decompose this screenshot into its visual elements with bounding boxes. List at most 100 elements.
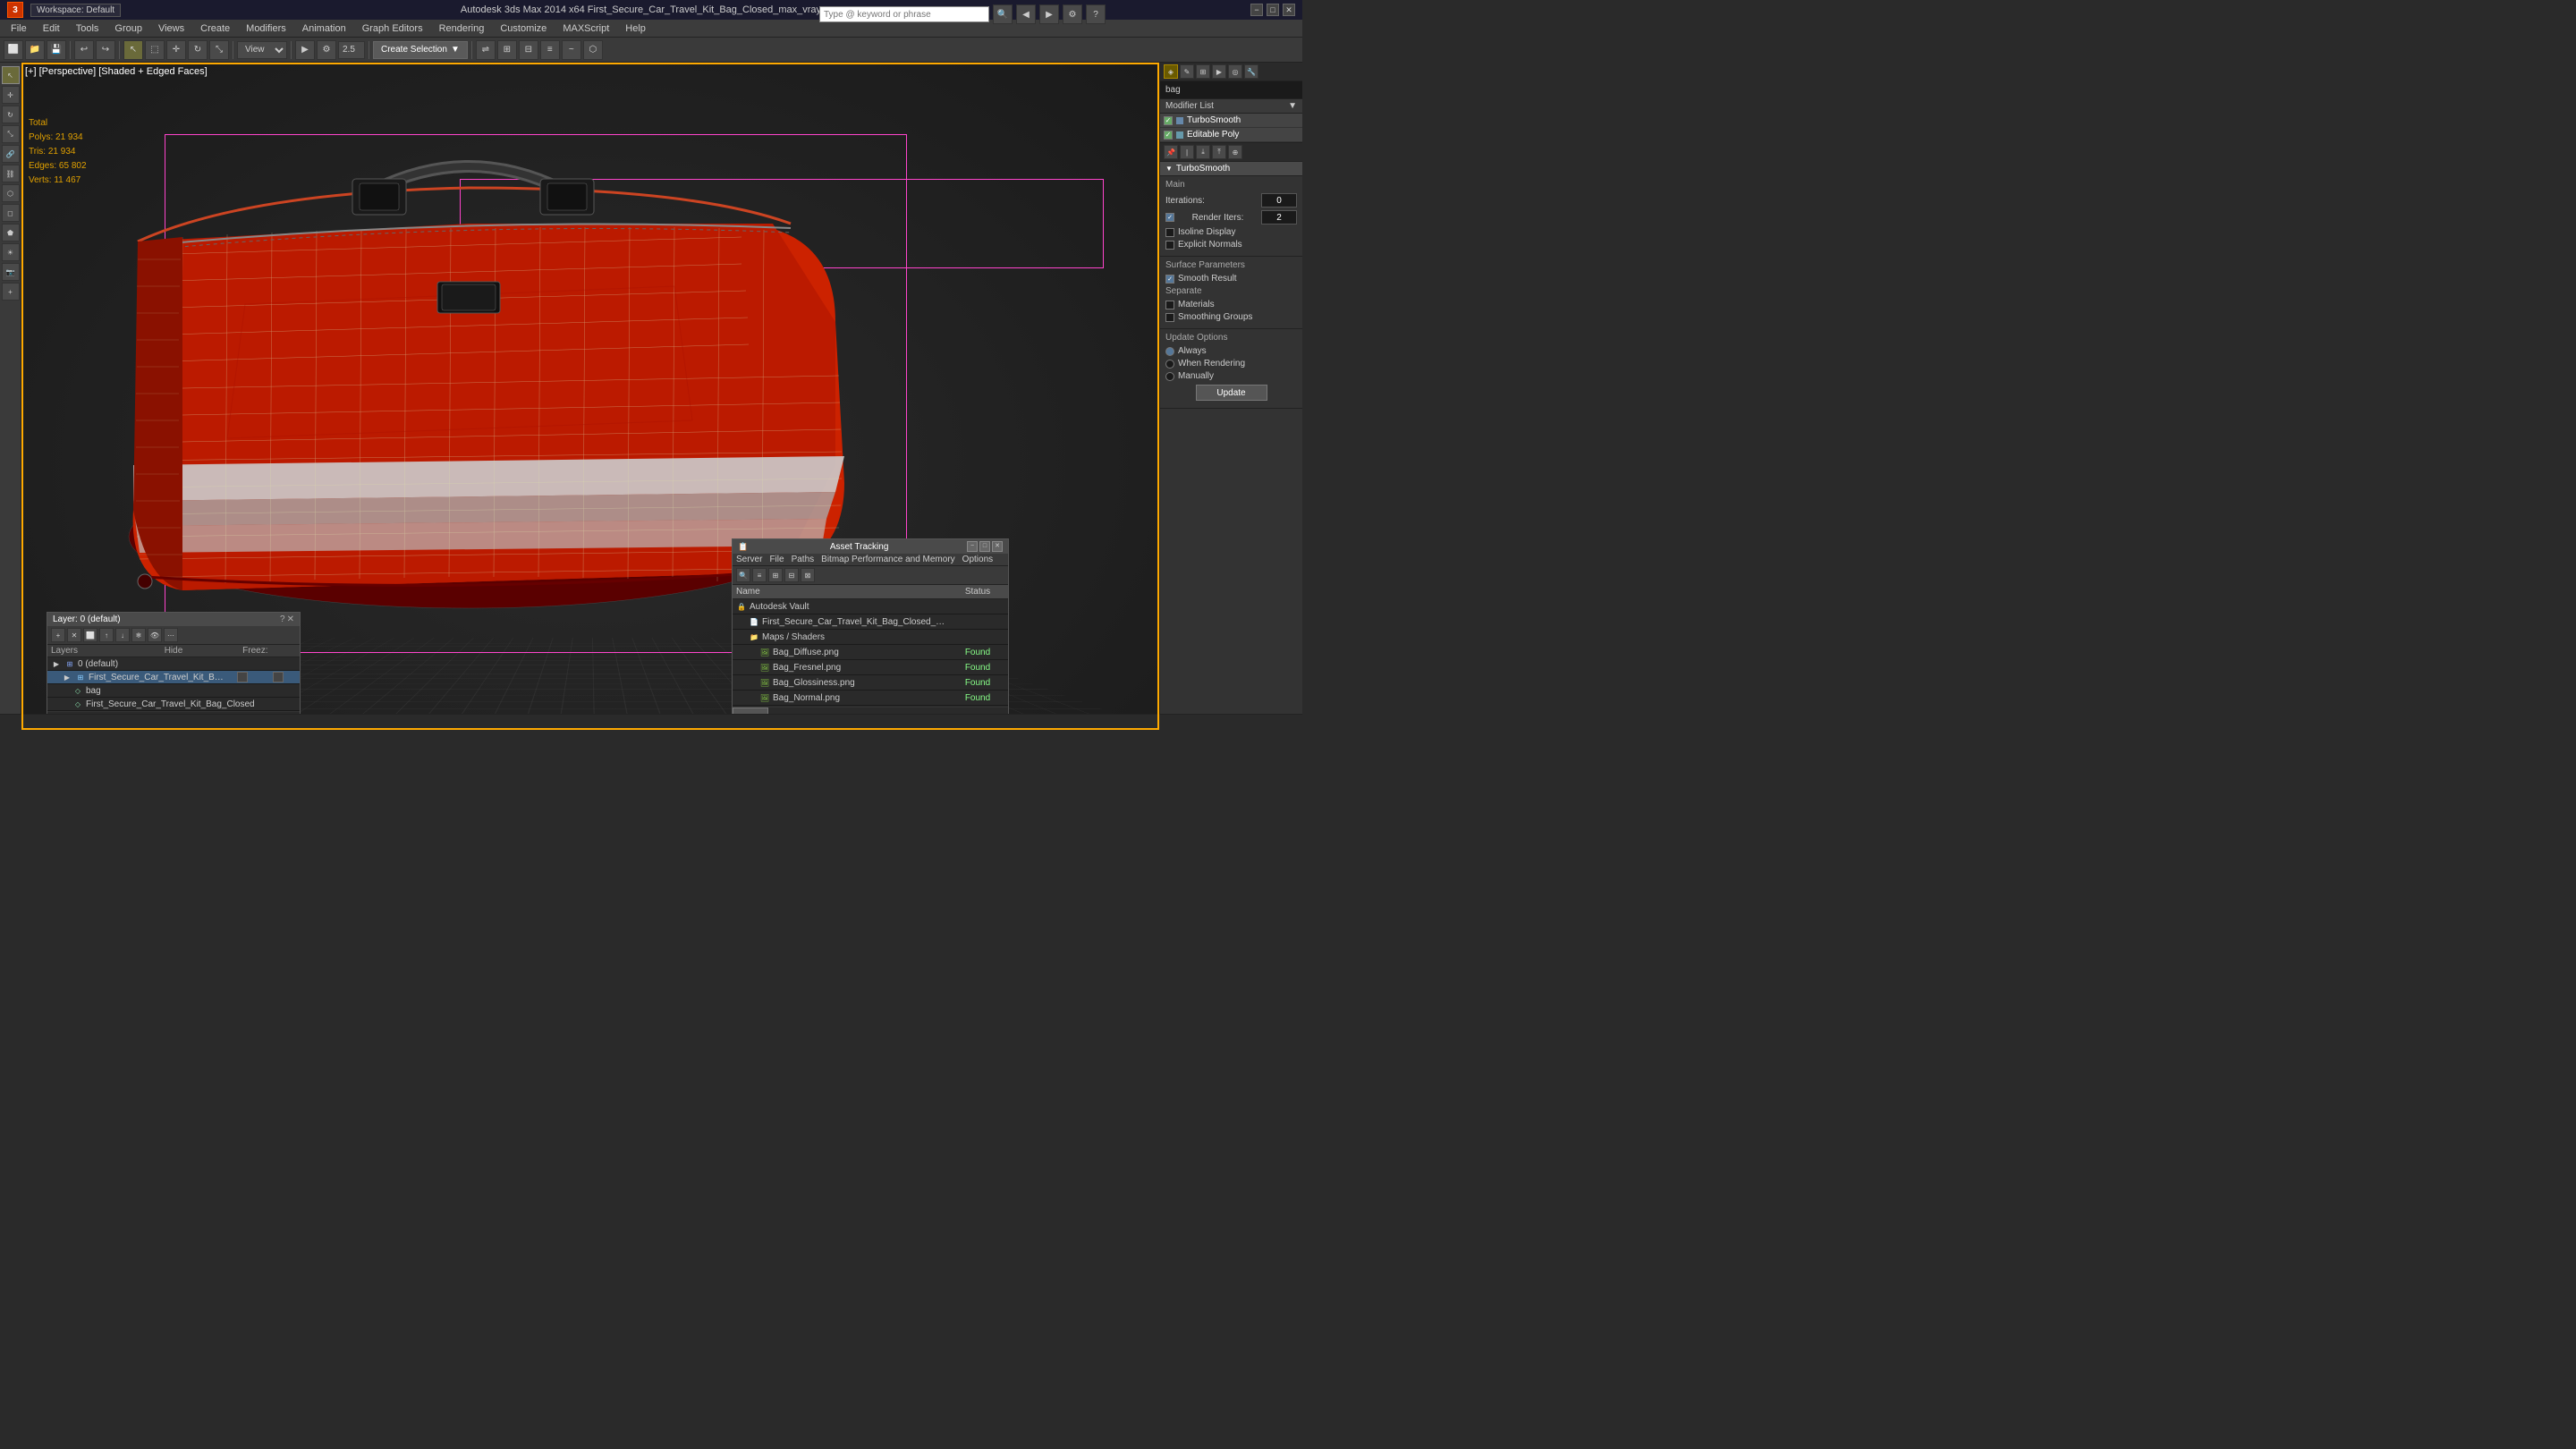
asset-minimize-button[interactable]: − [967, 541, 978, 552]
asset-restore-button[interactable]: □ [979, 541, 990, 552]
link-tool[interactable]: 🔗 [2, 145, 20, 163]
ts-smoothing-groups-check[interactable] [1165, 313, 1174, 322]
layer-row-2[interactable]: ◇ bag [47, 684, 300, 698]
asset-menu-server[interactable]: Server [736, 555, 762, 564]
mod-show-btn2[interactable]: ⤓ [1196, 145, 1210, 159]
asset-toolbar-btn4[interactable]: ⊟ [784, 568, 799, 582]
asset-row-maps[interactable]: 📁 Maps / Shaders [733, 630, 1008, 645]
modifier-editablepoly[interactable]: ✓ Editable Poly [1160, 128, 1302, 142]
ts-iterations-input[interactable] [1261, 193, 1297, 208]
prev-button[interactable]: ◀ [1016, 4, 1036, 24]
modifier-editablepoly-check[interactable]: ✓ [1164, 131, 1173, 140]
close-button[interactable]: ✕ [1283, 4, 1295, 16]
workspace-selector[interactable]: Workspace: Default [30, 4, 121, 17]
asset-row-glossiness[interactable]: 🖼 Bag_Glossiness.png Found [733, 675, 1008, 691]
rotate-tool[interactable]: ↻ [2, 106, 20, 123]
rpanel-icon-modify[interactable]: ✎ [1180, 64, 1194, 79]
modifier-turbosmooth[interactable]: ✓ TurboSmooth [1160, 114, 1302, 128]
asset-close-button[interactable]: ✕ [992, 541, 1003, 552]
rpanel-icon-hierarchy[interactable]: ⊞ [1196, 64, 1210, 79]
mod-pin-button[interactable]: 📌 [1164, 145, 1178, 159]
layers-freeze-button[interactable]: ❄ [131, 628, 146, 642]
asset-row-maxfile[interactable]: 📄 First_Secure_Car_Travel_Kit_Bag_Closed… [733, 614, 1008, 630]
minimize-button[interactable]: − [1250, 4, 1263, 16]
layers-more-button[interactable]: ⋯ [164, 628, 178, 642]
modifier-list-dropdown[interactable]: ▼ [1288, 101, 1297, 111]
layers-help-button[interactable]: ? [280, 614, 285, 624]
create-selection-button[interactable]: Create Selection ▼ [373, 41, 468, 59]
rpanel-icon-create[interactable]: ◈ [1164, 64, 1178, 79]
mod-show-end-button[interactable]: | [1180, 145, 1194, 159]
layers-add-button[interactable]: + [51, 628, 65, 642]
redo-button[interactable]: ↪ [96, 40, 115, 60]
menu-item-tools[interactable]: Tools [69, 21, 106, 36]
object-search-field[interactable] [1160, 81, 1302, 99]
menu-item-create[interactable]: Create [193, 21, 237, 36]
curve-editor-button[interactable]: ~ [562, 40, 581, 60]
mirror-button[interactable]: ⇌ [476, 40, 496, 60]
asset-row-fresnel[interactable]: 🖼 Bag_Fresnel.png Found [733, 660, 1008, 675]
move-button[interactable]: ✛ [166, 40, 186, 60]
asset-menu-paths[interactable]: Paths [792, 555, 815, 564]
help-button[interactable]: ? [1086, 4, 1106, 24]
shape-tool[interactable]: ⬟ [2, 224, 20, 242]
menu-item-views[interactable]: Views [151, 21, 191, 36]
select-button[interactable]: ↖ [123, 40, 143, 60]
ts-update-button[interactable]: Update [1196, 385, 1267, 401]
menu-item-file[interactable]: File [4, 21, 34, 36]
asset-menu-file[interactable]: File [769, 555, 784, 564]
asset-row-normal[interactable]: 🖼 Bag_Normal.png Found [733, 691, 1008, 706]
move-tool[interactable]: ✛ [2, 86, 20, 104]
asset-menu-options[interactable]: Options [962, 555, 993, 564]
schematic-view-button[interactable]: ⬡ [583, 40, 603, 60]
render-zoom-input[interactable] [338, 41, 365, 59]
layers-up-button[interactable]: ↑ [99, 628, 114, 642]
reference-coord-dropdown[interactable]: View World Local [237, 41, 287, 59]
ts-materials-check[interactable] [1165, 301, 1174, 309]
ts-always-radio[interactable] [1165, 347, 1174, 356]
search-input[interactable] [819, 6, 989, 22]
layer-manager-button[interactable]: ≡ [540, 40, 560, 60]
ts-smooth-result-check[interactable] [1165, 275, 1174, 284]
menu-item-customize[interactable]: Customize [493, 21, 554, 36]
ts-when-rendering-radio[interactable] [1165, 360, 1174, 369]
layers-close-button[interactable]: ✕ [287, 614, 294, 624]
render-button[interactable]: ▶ [295, 40, 315, 60]
ts-isoline-check[interactable] [1165, 228, 1174, 237]
maximize-button[interactable]: □ [1267, 4, 1279, 16]
menu-item-edit[interactable]: Edit [36, 21, 67, 36]
menu-item-rendering[interactable]: Rendering [432, 21, 492, 36]
scale-button[interactable]: ⤡ [209, 40, 229, 60]
layer-row-0[interactable]: ▶ ⊞ 0 (default) [47, 657, 300, 671]
menu-item-group[interactable]: Group [107, 21, 149, 36]
menu-item-maxscript[interactable]: MAXScript [555, 21, 616, 36]
layers-hide-button[interactable]: 👁 [148, 628, 162, 642]
asset-toolbar-btn1[interactable]: 🔍 [736, 568, 750, 582]
ts-render-iters-check[interactable] [1165, 213, 1174, 222]
render-settings-button[interactable]: ⚙ [317, 40, 336, 60]
rotate-button[interactable]: ↻ [188, 40, 208, 60]
layer-row-3[interactable]: ◇ First_Secure_Car_Travel_Kit_Bag_Closed [47, 698, 300, 711]
menu-item-graph-editors[interactable]: Graph Editors [355, 21, 430, 36]
save-button[interactable]: 💾 [47, 40, 66, 60]
scale-tool[interactable]: ⤡ [2, 125, 20, 143]
light-tool[interactable]: ☀ [2, 243, 20, 261]
ts-explicit-normals-check[interactable] [1165, 241, 1174, 250]
rpanel-icon-motion[interactable]: ▶ [1212, 64, 1226, 79]
asset-toolbar-btn5[interactable]: ⊠ [801, 568, 815, 582]
camera-tool[interactable]: 📷 [2, 263, 20, 281]
viewport[interactable]: [+] [Perspective] [Shaded + Edged Faces]… [21, 63, 1159, 730]
helper-tool[interactable]: + [2, 283, 20, 301]
select-region-button[interactable]: ⬚ [145, 40, 165, 60]
select-tool[interactable]: ↖ [2, 66, 20, 84]
geometry-tool[interactable]: ◻ [2, 204, 20, 222]
array-button[interactable]: ⊞ [497, 40, 517, 60]
search-button[interactable]: 🔍 [993, 4, 1013, 24]
layers-down-button[interactable]: ↓ [115, 628, 130, 642]
asset-toolbar-btn2[interactable]: ≡ [752, 568, 767, 582]
new-button[interactable]: ⬜ [4, 40, 23, 60]
mod-show-btn4[interactable]: ⊕ [1228, 145, 1242, 159]
menu-item-modifiers[interactable]: Modifiers [239, 21, 293, 36]
bind-tool[interactable]: ⬡ [2, 184, 20, 202]
ts-render-iters-input[interactable] [1261, 210, 1297, 225]
